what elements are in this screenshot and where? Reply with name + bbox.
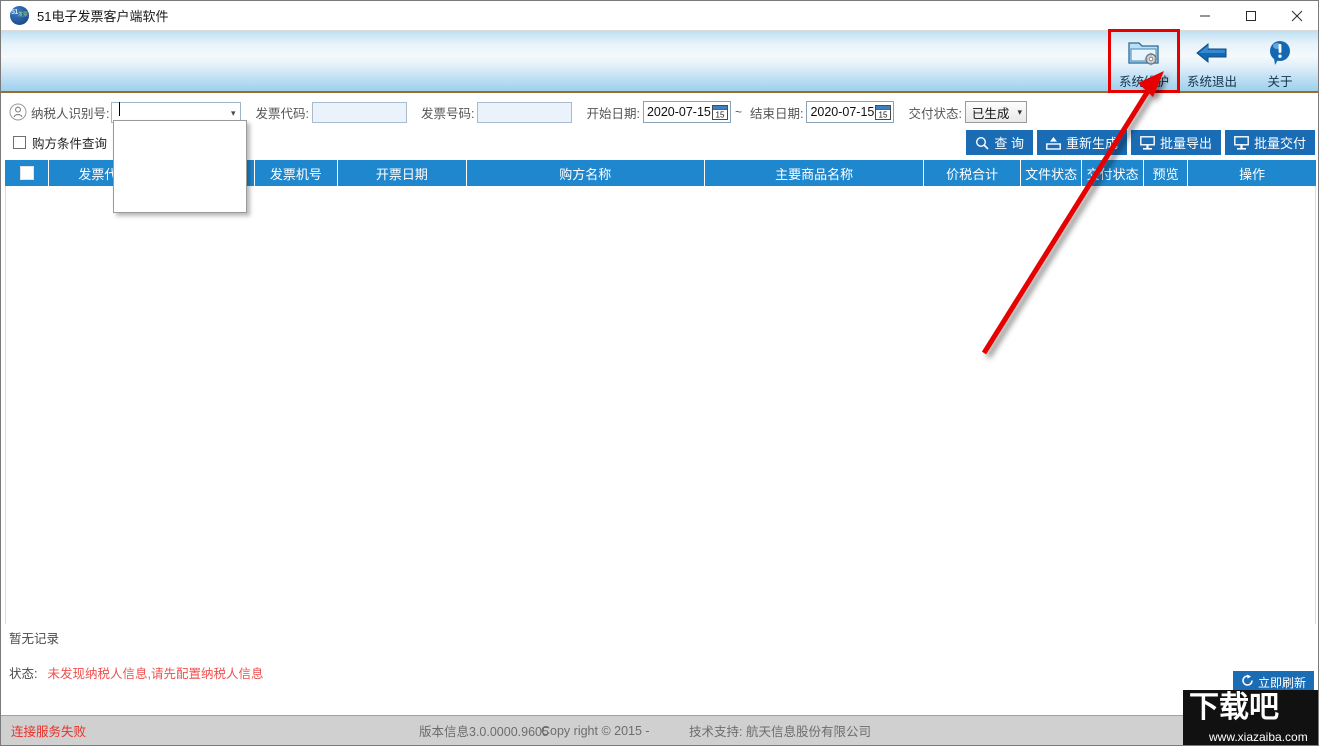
toolbar-label: 系统退出 xyxy=(1186,75,1237,89)
invoice-number-input[interactable] xyxy=(477,101,573,123)
button-label: 重新生成 xyxy=(1065,136,1118,151)
table-header-main_goods[interactable]: 主要商品名称 xyxy=(705,160,925,186)
folder-gear-icon xyxy=(1127,36,1161,70)
batch-deliver-button[interactable]: 批量交付 xyxy=(1224,130,1315,155)
taxpayer-id-dropdown-list[interactable] xyxy=(113,120,247,213)
query-button[interactable]: 查 询 xyxy=(966,130,1033,155)
toolbar-label: 系统维护 xyxy=(1118,75,1169,89)
regenerate-button[interactable]: 重新生成 xyxy=(1036,130,1127,155)
delivery-status-label: 交付状态: xyxy=(908,106,962,121)
button-label: 立即刷新 xyxy=(1257,675,1306,690)
search-icon xyxy=(975,136,989,150)
calendar-icon[interactable]: 15 xyxy=(711,104,728,120)
end-date-label: 结束日期: xyxy=(749,106,804,121)
support-text: 技术支持: 航天信息股份有限公司 xyxy=(689,725,871,739)
table-body xyxy=(5,186,1316,624)
watermark-text: 下载吧 xyxy=(1189,691,1279,724)
button-label: 查 询 xyxy=(994,136,1024,151)
download-icon xyxy=(1140,135,1155,150)
buyer-query-label: 购方条件查询 xyxy=(32,136,108,151)
invoice-code-label: 发票代码: xyxy=(255,106,309,121)
window-title: 51电子发票客户端软件 xyxy=(37,9,169,24)
button-label: 批量导出 xyxy=(1159,136,1212,151)
watermark: 下载吧 www.xiazaiba.com xyxy=(1183,690,1318,745)
application-window: 51电子发票客户端软件 xyxy=(0,0,1319,746)
date-range-separator: ~ xyxy=(734,105,742,119)
close-icon[interactable] xyxy=(1274,1,1318,31)
version-info: 版本信息3.0.0000.9605 xyxy=(419,725,549,739)
table-header-delivery_status[interactable]: 交付状态 xyxy=(1082,160,1144,186)
toolbar-system-exit[interactable]: 系统退出 xyxy=(1178,31,1246,91)
batch-export-button[interactable]: 批量导出 xyxy=(1130,130,1221,155)
text-cursor xyxy=(119,102,120,116)
table-header-buyer_name[interactable]: 购方名称 xyxy=(467,160,705,186)
table-header-operation[interactable]: 操作 xyxy=(1188,160,1316,186)
table-header-select-all[interactable] xyxy=(5,160,50,186)
toolbar-about[interactable]: 关于 xyxy=(1246,31,1314,91)
window-controls xyxy=(1182,1,1318,31)
status-message: 未发现纳税人信息,请先配置纳税人信息 xyxy=(47,667,264,681)
svg-text:15: 15 xyxy=(715,110,724,119)
start-date-picker[interactable]: 2020-07-15 15 xyxy=(642,101,731,123)
connection-status: 连接服务失败 xyxy=(11,725,87,739)
table-header-preview[interactable]: 预览 xyxy=(1144,160,1189,186)
status-line: 状态: 未发现纳税人信息,请先配置纳税人信息 xyxy=(9,663,263,682)
title-bar: 51电子发票客户端软件 xyxy=(1,1,1318,31)
table-header-machine_number[interactable]: 发票机号 xyxy=(255,160,338,186)
refresh-icon xyxy=(1241,674,1254,690)
watermark-url: www.xiazaiba.com xyxy=(1209,730,1308,744)
app-logo-icon xyxy=(10,6,29,25)
download-icon xyxy=(1234,135,1249,150)
buyer-query-checkbox[interactable] xyxy=(13,135,26,149)
copyright-text: Copy right © 2015 - xyxy=(541,723,650,738)
main-toolbar: 系统维护 系统退出 关于 xyxy=(1108,29,1314,93)
end-date-picker[interactable]: 2020-07-15 15 xyxy=(806,101,895,123)
minimize-icon[interactable] xyxy=(1182,1,1228,31)
start-date-value: 2020-07-15 xyxy=(646,105,711,119)
left-arrow-icon xyxy=(1194,36,1230,70)
taxpayer-id-label: 纳税人识别号: xyxy=(31,106,110,121)
maximize-icon[interactable] xyxy=(1228,1,1274,31)
invoice-code-input[interactable] xyxy=(311,101,407,123)
person-icon xyxy=(9,103,27,121)
toolbar-label: 关于 xyxy=(1267,75,1293,89)
status-bar: 连接服务失败 版本信息3.0.0000.9605 Copy right © 20… xyxy=(1,715,1318,745)
delivery-status-value: 已生成 xyxy=(971,106,1010,121)
start-date-label: 开始日期: xyxy=(586,106,640,121)
calendar-icon[interactable]: 15 xyxy=(875,104,892,120)
buyer-query-row: 购方条件查询 xyxy=(1,131,107,153)
empty-records-text: 暂无记录 xyxy=(9,632,60,646)
info-bubble-icon xyxy=(1265,36,1295,70)
invoice-number-label: 发票号码: xyxy=(420,106,475,121)
upload-icon xyxy=(1046,136,1061,150)
table-header-total_amount[interactable]: 价税合计 xyxy=(924,160,1021,186)
chevron-down-icon: ▾ xyxy=(1017,106,1022,117)
end-date-value: 2020-07-15 xyxy=(810,105,875,119)
svg-text:15: 15 xyxy=(879,110,888,119)
delivery-status-select[interactable]: 已生成 ▾ xyxy=(964,101,1027,123)
action-button-group: 查 询 重新生成 批量导出 批量交付 xyxy=(966,130,1315,155)
select-all-checkbox[interactable] xyxy=(19,166,34,180)
table-header-file_status[interactable]: 文件状态 xyxy=(1021,160,1083,186)
button-label: 批量交付 xyxy=(1253,136,1306,151)
chevron-down-icon: ▾ xyxy=(230,107,236,118)
toolbar-system-maintenance[interactable]: 系统维护 xyxy=(1108,29,1180,93)
status-label: 状态: xyxy=(9,667,38,681)
table-header-issue_date[interactable]: 开票日期 xyxy=(338,160,467,186)
